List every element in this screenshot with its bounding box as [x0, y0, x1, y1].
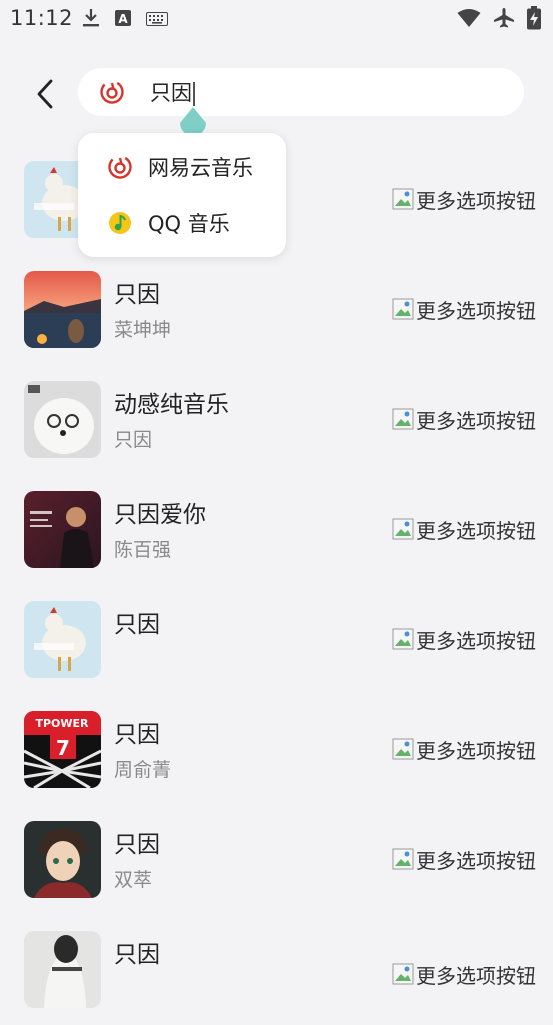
broken-image-icon	[392, 848, 414, 870]
more-options-button[interactable]: 更多选项按钮	[392, 406, 536, 433]
album-cover	[24, 381, 101, 458]
song-row[interactable]: 只因 双萃 更多选项按钮	[0, 805, 553, 915]
more-options-label: 更多选项按钮	[416, 518, 536, 543]
album-cover	[24, 821, 101, 898]
more-options-label: 更多选项按钮	[416, 408, 536, 433]
a-square-icon: A	[114, 9, 132, 31]
qq-music-icon	[108, 211, 132, 235]
song-row[interactable]: 只因 更多选项按钮	[0, 915, 553, 1025]
song-artist: 周俞菁	[114, 759, 172, 781]
album-cover	[24, 601, 101, 678]
status-time: 11:12	[10, 6, 74, 30]
song-title: 只因	[114, 722, 160, 748]
more-options-label: 更多选项按钮	[416, 298, 536, 323]
more-options-button[interactable]: 更多选项按钮	[392, 846, 536, 873]
song-artist: 菜坤坤	[114, 319, 172, 341]
status-bar: 11:12 A	[0, 0, 553, 38]
song-artist: 只因	[114, 429, 153, 451]
broken-image-icon	[392, 963, 414, 985]
song-artist: 陈百强	[114, 539, 172, 561]
more-options-button[interactable]: 更多选项按钮	[392, 186, 536, 213]
song-row[interactable]: 动感纯音乐 只因 更多选项按钮	[0, 365, 553, 475]
dropdown-option-label: QQ 音乐	[148, 212, 230, 236]
dropdown-option-qq[interactable]: QQ 音乐	[78, 195, 286, 251]
album-cover	[24, 491, 101, 568]
more-options-label: 更多选项按钮	[416, 848, 536, 873]
song-title: 动感纯音乐	[114, 392, 229, 418]
more-options-button[interactable]: 更多选项按钮	[392, 736, 536, 763]
broken-image-icon	[392, 298, 414, 320]
svg-text:TPOWER: TPOWER	[35, 717, 89, 730]
wifi-icon	[457, 8, 481, 32]
search-bar	[78, 68, 524, 116]
album-cover	[24, 271, 101, 348]
svg-text:A: A	[118, 12, 128, 26]
album-cover: TPOWER 7	[24, 711, 101, 788]
song-artist: 双萃	[114, 869, 153, 891]
broken-image-icon	[392, 628, 414, 650]
keyboard-icon	[146, 11, 168, 30]
search-input[interactable]	[150, 78, 480, 106]
dropdown-option-label: 网易云音乐	[148, 156, 253, 180]
more-options-label: 更多选项按钮	[416, 738, 536, 763]
more-options-label: 更多选项按钮	[416, 628, 536, 653]
download-icon	[82, 8, 100, 32]
song-title: 只因	[114, 832, 160, 858]
more-options-button[interactable]: 更多选项按钮	[392, 626, 536, 653]
album-cover	[24, 931, 101, 1008]
back-button[interactable]	[28, 74, 62, 114]
more-options-button[interactable]: 更多选项按钮	[392, 516, 536, 543]
more-options-label: 更多选项按钮	[416, 188, 536, 213]
song-row[interactable]: 只因 菜坤坤 更多选项按钮	[0, 255, 553, 365]
text-cursor	[193, 82, 195, 106]
dropdown-option-netease[interactable]: 网易云音乐	[78, 139, 286, 195]
song-row[interactable]: 只因 更多选项按钮	[0, 585, 553, 695]
song-title: 只因爱你	[114, 502, 206, 528]
broken-image-icon	[392, 518, 414, 540]
song-row[interactable]: 只因爱你 陈百强 更多选项按钮	[0, 475, 553, 585]
broken-image-icon	[392, 188, 414, 210]
more-options-button[interactable]: 更多选项按钮	[392, 961, 536, 988]
battery-charging-icon	[527, 6, 541, 34]
netease-music-icon[interactable]	[100, 80, 124, 104]
song-row[interactable]: TPOWER 7 只因 周俞菁 更多选项按钮	[0, 695, 553, 805]
more-options-button[interactable]: 更多选项按钮	[392, 296, 536, 323]
netease-music-icon	[108, 155, 132, 179]
music-source-dropdown: 网易云音乐 QQ 音乐	[78, 133, 286, 257]
song-title: 只因	[114, 942, 160, 968]
song-title: 只因	[114, 612, 160, 638]
broken-image-icon	[392, 408, 414, 430]
chevron-left-icon	[37, 79, 53, 109]
svg-text:7: 7	[56, 736, 70, 760]
airplane-icon	[493, 7, 515, 33]
broken-image-icon	[392, 738, 414, 760]
song-title: 只因	[114, 282, 160, 308]
more-options-label: 更多选项按钮	[416, 963, 536, 988]
